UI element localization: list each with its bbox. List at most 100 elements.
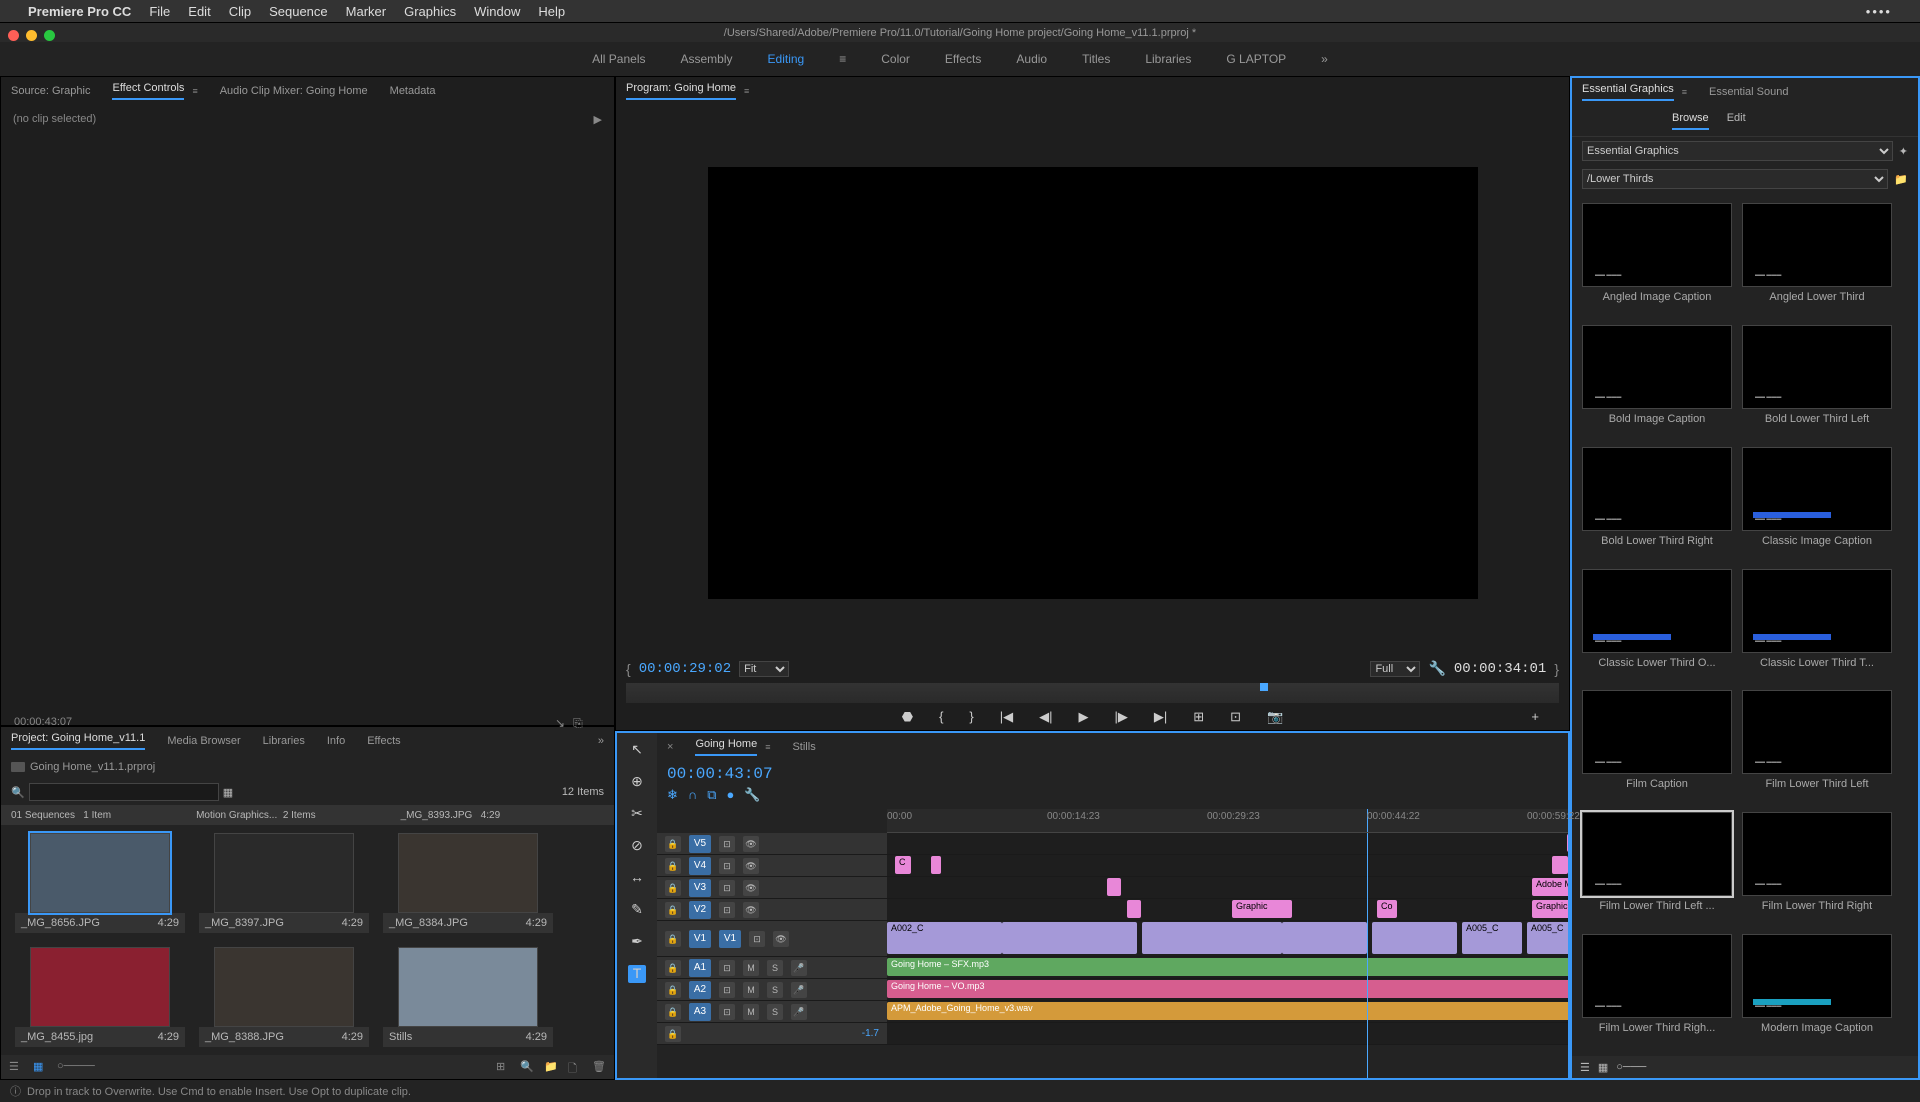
project-thumb[interactable]: _MG_8397.JPG4:29	[199, 833, 369, 933]
workspace-item[interactable]: Titles	[1082, 52, 1110, 66]
tab-metadata[interactable]: Metadata	[390, 85, 436, 97]
zoom-fit-select[interactable]: Fit	[739, 661, 789, 677]
freeform-icon[interactable]: ⊞	[496, 1060, 510, 1074]
track-V2[interactable]: 🔒V2⊡👁GraphicCoGraphic	[657, 899, 1568, 921]
clip[interactable]: C	[895, 856, 911, 874]
template-item[interactable]: ▬▬ ▬▬▬Film Lower Third Left ...	[1582, 812, 1732, 924]
timeline-toggle-icon[interactable]: ●	[727, 787, 735, 803]
tool-⊘[interactable]: ⊘	[628, 837, 646, 855]
project-thumb[interactable]: _MG_8455.jpg4:29	[15, 947, 185, 1047]
panel-overflow-icon[interactable]: »	[598, 735, 604, 747]
clip[interactable]: A005_C	[1527, 922, 1568, 954]
tab-audio-mixer[interactable]: Audio Clip Mixer: Going Home	[220, 85, 368, 97]
panel-menu-icon[interactable]: ≡	[192, 86, 197, 96]
track-V1[interactable]: 🔒V1V1⊡👁A002_CA005_CA005_C	[657, 921, 1568, 957]
zoom-slider[interactable]: ○────	[57, 1060, 71, 1074]
add-button-icon[interactable]: +	[1531, 709, 1539, 724]
transport-btn-8[interactable]: ⊞	[1193, 709, 1204, 725]
clip[interactable]: Graphic	[1232, 900, 1292, 918]
clip[interactable]	[1372, 922, 1457, 954]
timeline-ruler[interactable]: 00:0000:00:14:2300:00:29:2300:00:44:2200…	[887, 809, 1568, 833]
timeline-timecode[interactable]: 00:00:43:07	[667, 765, 773, 783]
program-viewport[interactable]	[708, 167, 1478, 599]
transport-btn-4[interactable]: ◀|	[1039, 709, 1052, 725]
tab-libraries[interactable]: Libraries	[263, 735, 305, 747]
transport-btn-3[interactable]: |◀	[1000, 709, 1013, 725]
workspace-item[interactable]: G LAPTOP	[1226, 52, 1286, 66]
workspace-item[interactable]: Audio	[1016, 52, 1047, 66]
workspace-item[interactable]: All Panels	[592, 52, 645, 66]
workspace-item-active[interactable]: Editing	[768, 52, 805, 66]
program-left-timecode[interactable]: 00:00:29:02	[639, 661, 731, 677]
settings-wrench-icon[interactable]: 🔧	[1428, 660, 1445, 677]
clip[interactable]: Co	[1377, 900, 1397, 918]
tab-sequence[interactable]: Going Home	[695, 738, 757, 756]
track-V5[interactable]: 🔒V5⊡👁	[657, 833, 1568, 855]
template-item[interactable]: ▬▬ ▬▬▬Modern Image Caption	[1742, 934, 1892, 1046]
template-item[interactable]: ▬▬ ▬▬▬Classic Lower Third O...	[1582, 569, 1732, 681]
clip[interactable]	[1002, 922, 1137, 954]
tool-↖[interactable]: ↖	[628, 741, 646, 759]
close-window-icon[interactable]	[8, 30, 19, 41]
minimize-window-icon[interactable]	[26, 30, 37, 41]
timeline-toggle-icon[interactable]: ∩	[688, 787, 697, 803]
clip[interactable]	[1107, 878, 1121, 896]
folder-icon[interactable]: 📁	[1894, 173, 1908, 186]
tool-✒[interactable]: ✒	[628, 933, 646, 951]
clip[interactable]	[1127, 900, 1141, 918]
program-scrubber[interactable]	[626, 683, 1559, 703]
clip[interactable]	[1282, 922, 1367, 954]
tool-✂[interactable]: ✂	[628, 805, 646, 823]
template-item[interactable]: ▬▬ ▬▬▬Angled Image Caption	[1582, 203, 1732, 315]
new-item-icon[interactable]: 🗋	[568, 1060, 582, 1074]
menu-clip[interactable]: Clip	[229, 4, 251, 19]
clip[interactable]: APM_Adobe_Going_Home_v3.wav	[887, 1002, 1568, 1020]
project-thumb[interactable]: _MG_8656.JPG4:29	[15, 833, 185, 933]
tool-T[interactable]: T	[628, 965, 646, 983]
bin-name[interactable]: _MG_8393.JPG	[401, 810, 473, 821]
filter-icon[interactable]: ▦	[223, 786, 233, 799]
workspace-item[interactable]: Assembly	[681, 52, 733, 66]
resolution-select[interactable]: Full	[1370, 661, 1420, 677]
clip[interactable]	[1142, 922, 1282, 954]
menu-file[interactable]: File	[149, 4, 170, 19]
icon-view-icon[interactable]: ▦	[33, 1060, 47, 1074]
tab-essential-graphics[interactable]: Essential Graphics	[1582, 83, 1674, 101]
bin-name[interactable]: 01 Sequences	[11, 810, 75, 821]
star-icon[interactable]: ✦	[1899, 145, 1908, 158]
zoom-slider[interactable]: ○───	[1616, 1061, 1646, 1073]
tab-source[interactable]: Source: Graphic	[11, 85, 90, 97]
tab-program[interactable]: Program: Going Home	[626, 82, 736, 100]
bracket-icon[interactable]: {	[626, 661, 631, 677]
clip[interactable]: A002_C	[887, 922, 1002, 954]
mac-menubar[interactable]: Premiere Pro CC File Edit Clip Sequence …	[0, 0, 1920, 22]
tool-⊕[interactable]: ⊕	[628, 773, 646, 791]
template-item[interactable]: ▬▬ ▬▬▬Classic Lower Third T...	[1742, 569, 1892, 681]
tab-effect-controls[interactable]: Effect Controls	[112, 82, 184, 100]
overwrite-icon[interactable]: ⎘	[573, 716, 583, 731]
template-item[interactable]: ▬▬ ▬▬▬Bold Image Caption	[1582, 325, 1732, 437]
clip[interactable]	[1567, 834, 1568, 852]
clip[interactable]: A005_C	[1462, 922, 1522, 954]
transport-btn-7[interactable]: ▶|	[1154, 709, 1167, 725]
workspace-menu-icon[interactable]: ≡	[839, 52, 846, 66]
tab-effects[interactable]: Effects	[367, 735, 400, 747]
clip[interactable]: Going Home – SFX.mp3	[887, 958, 1568, 976]
panel-menu-icon[interactable]: ≡	[744, 86, 749, 96]
track-V4[interactable]: 🔒V4⊡👁C	[657, 855, 1568, 877]
subtab-browse[interactable]: Browse	[1672, 112, 1709, 130]
timeline-toggle-icon[interactable]: ❄	[667, 787, 678, 803]
list-view-icon[interactable]: ☰	[9, 1060, 23, 1074]
template-source-select[interactable]: Essential Graphics	[1582, 141, 1893, 161]
template-item[interactable]: ▬▬ ▬▬▬Bold Lower Third Left	[1742, 325, 1892, 437]
panel-menu-icon[interactable]: ≡	[1682, 87, 1687, 97]
bin-name[interactable]: Motion Graphics...	[196, 810, 277, 821]
project-thumb[interactable]: _MG_8384.JPG4:29	[383, 833, 553, 933]
tab-project[interactable]: Project: Going Home_v11.1	[11, 732, 145, 750]
tab-info[interactable]: Info	[327, 735, 345, 747]
menu-edit[interactable]: Edit	[188, 4, 210, 19]
track-A2[interactable]: 🔒A2⊡MS🎤Going Home – VO.mp3	[657, 979, 1568, 1001]
trash-icon[interactable]: 🗑	[592, 1060, 606, 1074]
template-item[interactable]: ▬▬ ▬▬▬Film Lower Third Left	[1742, 690, 1892, 802]
template-item[interactable]: ▬▬ ▬▬▬Film Caption	[1582, 690, 1732, 802]
